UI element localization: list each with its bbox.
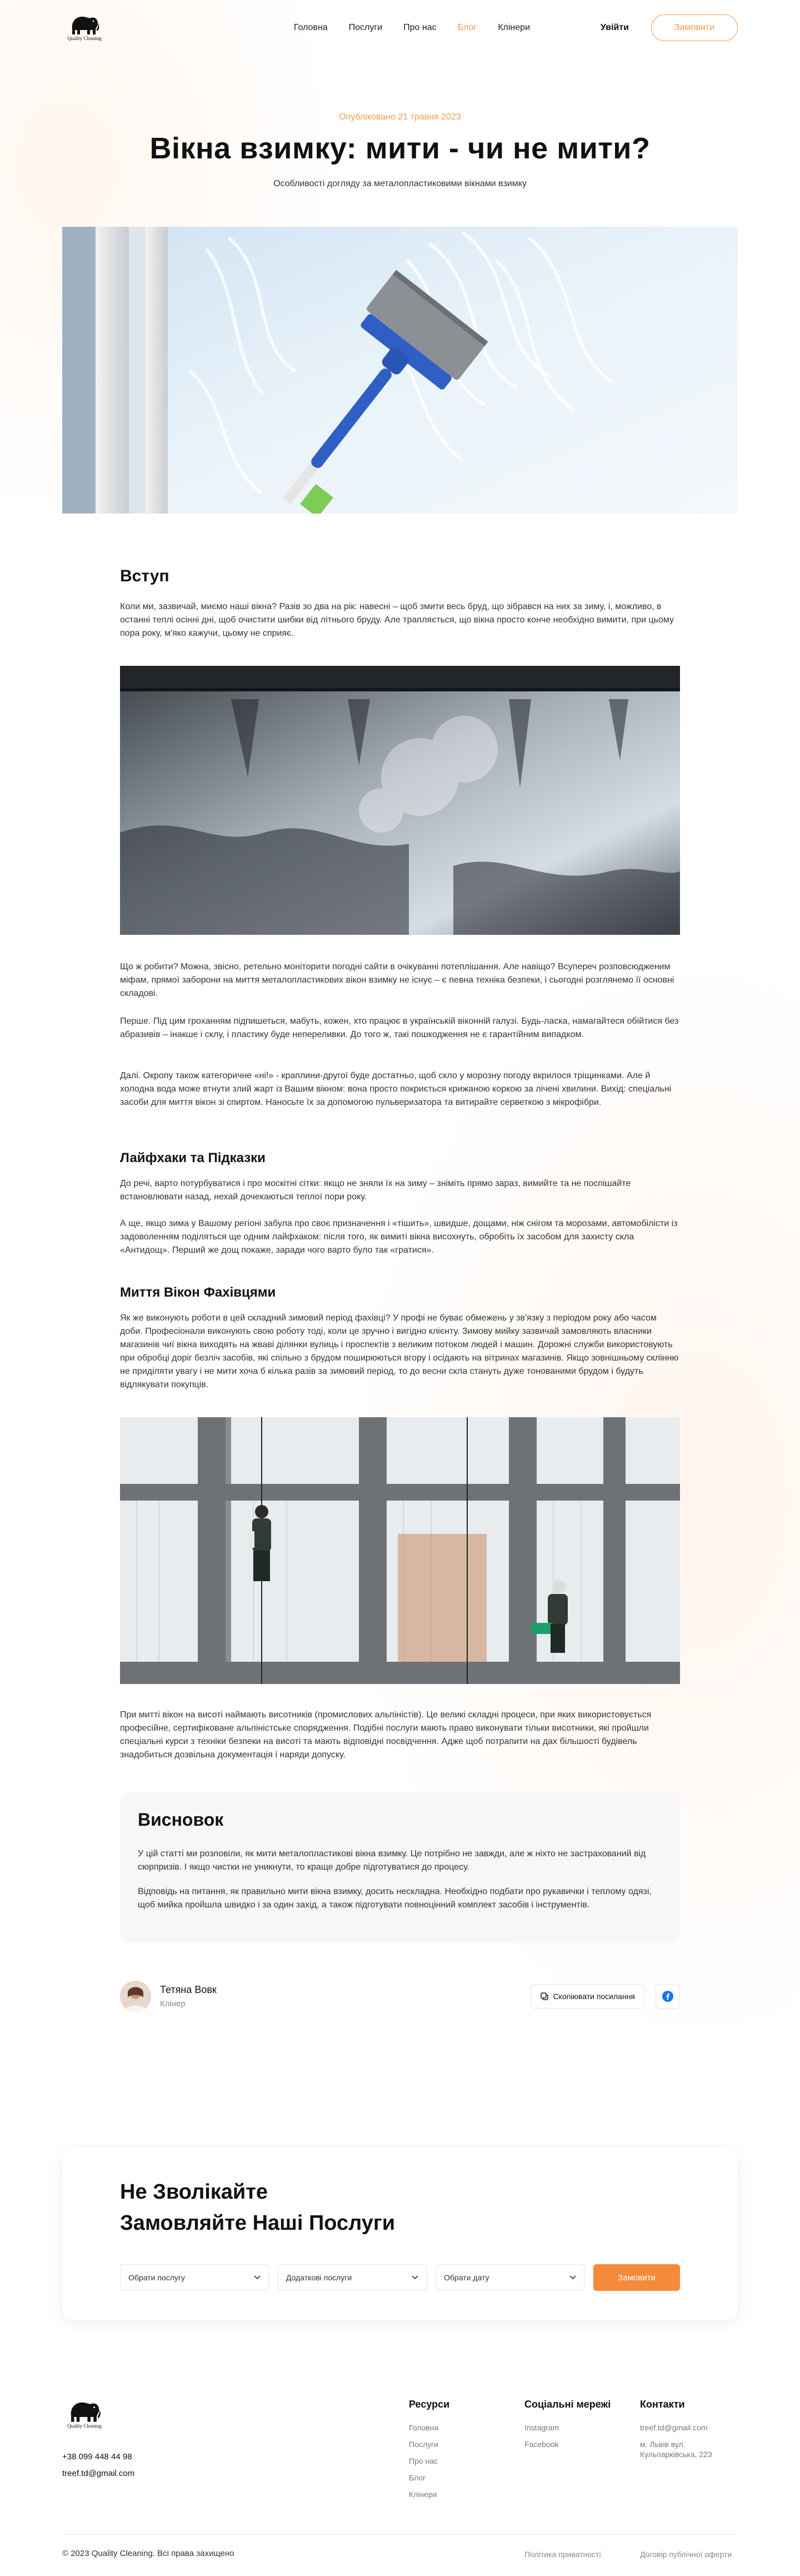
footer-link-instagram[interactable]: Instagram (524, 2423, 611, 2433)
section-heading-pros: Миття Вікон Фахівцями (120, 1285, 276, 1300)
paragraph-what-to-do: Що ж робити? Можна, звісно, ретельно мон… (120, 962, 674, 998)
page-title: Вікна взимку: мити - чи не мити? (149, 132, 651, 165)
chevron-down-icon (569, 2275, 576, 2280)
date-select-label: Обрати дату (444, 2273, 489, 2282)
footer-contacts: Контакти treef.td@gmail.com м. Львів вул… (640, 2399, 712, 2466)
author-info: Тетяна Вовк Клінер (160, 1984, 217, 2009)
footer-contact-email[interactable]: treef.td@gmail.com (640, 2423, 712, 2433)
conclusion-card: Висновок У цій статті ми розповіли, як м… (120, 1792, 680, 1943)
footer-link-about[interactable]: Про нас (409, 2456, 449, 2466)
frosted-window-image (120, 666, 680, 935)
cta-submit-button[interactable]: Замовити (593, 2264, 680, 2291)
cta-title-line-2: Замовляйте Наші Послуги (120, 2211, 396, 2235)
publish-date: Опубліковано 21 травня 2023 (339, 112, 461, 122)
site-header: Quality Cleaning Головна Послуги Про нас… (62, 12, 738, 43)
footer-address-line-2: Кульпарківська, 223 (640, 2450, 712, 2459)
footer-resources: Ресурси Головна Послуги Про нас Блог Клі… (409, 2399, 449, 2506)
nav-item-blog[interactable]: Блог (458, 23, 477, 33)
extra-services-select[interactable]: Додаткові послуги (278, 2264, 427, 2291)
tips-paragraph-2: А ще, якщо зима у Вашому регіоні забула … (120, 1219, 678, 1255)
nav-item-cleaners[interactable]: Клінери (498, 23, 530, 33)
elephant-logo-icon (71, 2402, 101, 2422)
main-nav: Головна Послуги Про нас Блог Клінери (294, 23, 530, 33)
share-actions: Скопіювати посилання (530, 1984, 680, 2009)
footer-link-services[interactable]: Послуги (409, 2439, 449, 2449)
footer-social-title: Соціальні мережі (524, 2399, 611, 2410)
copy-icon (540, 1992, 548, 2000)
conclusion-paragraph-2: Відповідь на питання, як правильно мити … (138, 1887, 652, 1910)
footer-logo[interactable]: Quality Cleaning (62, 2398, 107, 2429)
date-select[interactable]: Обрати дату (436, 2264, 584, 2291)
section-heading-tips: Лайфхаки та Підказки (120, 1150, 266, 1165)
copy-link-button[interactable]: Скопіювати посилання (530, 1984, 644, 2009)
facebook-icon (662, 1991, 673, 2002)
conclusion-heading: Висновок (138, 1810, 224, 1830)
extra-services-label: Додаткові послуги (286, 2273, 352, 2282)
copyright: © 2023 Quality Cleaning. Всі права захищ… (62, 2549, 234, 2558)
logo-text: Quality Cleaning (67, 36, 102, 41)
order-cta-card: Не Зволікайте Замовляйте Наші Послуги Об… (62, 2148, 738, 2320)
pros-paragraph-1: Як же виконують роботи в цей складний зи… (120, 1313, 679, 1389)
paragraph-next: Далі. Окропу також категоричне «ні!» - к… (120, 1071, 672, 1107)
footer-link-blog[interactable]: Блог (409, 2473, 449, 2483)
footer-link-home[interactable]: Головна (409, 2423, 449, 2433)
service-select-label: Обрати послугу (128, 2273, 185, 2282)
nav-item-services[interactable]: Послуги (349, 23, 383, 33)
copy-link-label: Скопіювати посилання (553, 1992, 635, 2001)
order-button[interactable]: Замовити (651, 14, 738, 41)
service-select[interactable]: Обрати послугу (120, 2264, 269, 2291)
author-bar: Тетяна Вовк Клінер Скопіювати посилання (120, 1979, 680, 2014)
nav-item-about[interactable]: Про нас (403, 23, 436, 33)
conclusion-paragraph-1: У цій статті ми розповіли, як мити метал… (138, 1849, 646, 1872)
footer-logo-text: Quality Cleaning (67, 2423, 102, 2429)
chevron-down-icon (254, 2275, 261, 2280)
hero-image-window-squeegee (62, 227, 738, 514)
footer-address-line-1: м. Львів вул. (640, 2440, 686, 2449)
intro-paragraph: Коли ми, зазвичай, миємо наші вікна? Раз… (120, 602, 674, 638)
footer-email[interactable]: treef.td@gmail.com (62, 2469, 134, 2478)
nav-item-home[interactable]: Головна (294, 23, 328, 33)
climbers-washing-windows-image (120, 1417, 680, 1684)
author-role: Клінер (160, 1999, 186, 2009)
page-subtitle: Особливості догляду за металопластиковим… (273, 179, 527, 188)
login-link[interactable]: Увійти (601, 23, 629, 33)
footer-link-cleaners[interactable]: Клінери (409, 2489, 449, 2499)
cta-title-line-1: Не Зволікайте (120, 2180, 268, 2204)
tips-paragraph-1: До речі, варто потурбуватися і про москі… (120, 1179, 631, 1202)
author-name: Тетяна Вовк (160, 1984, 217, 1995)
elephant-logo-icon (72, 17, 99, 34)
facebook-share-button[interactable] (656, 1984, 680, 2009)
public-offer-link[interactable]: Договір публічної оферти (640, 2550, 732, 2559)
footer-resources-title: Ресурси (409, 2399, 450, 2410)
footer-social: Соціальні мережі Instagram Facebook (524, 2399, 611, 2456)
footer-link-facebook[interactable]: Facebook (524, 2439, 611, 2449)
footer-contacts-title: Контакти (640, 2399, 685, 2410)
footer-phone[interactable]: +38 099 448 44 98 (62, 2452, 132, 2462)
section-heading-intro: Вступ (120, 567, 169, 585)
avatar (120, 1981, 151, 2012)
cta-title: Не Зволікайте Замовляйте Наші Послуги (120, 2176, 395, 2239)
site-logo[interactable]: Quality Cleaning (62, 12, 107, 43)
header-actions: Увійти Замовити (601, 14, 738, 41)
cta-order-form: Обрати послугу Додаткові послуги Обрати … (120, 2264, 680, 2291)
blog-article-page: Quality Cleaning Головна Послуги Про нас… (0, 0, 800, 2576)
pros-paragraph-2: При митті вікон на висоті наймають висот… (120, 1710, 652, 1760)
chevron-down-icon (412, 2275, 418, 2280)
privacy-policy-link[interactable]: Політика приватності (524, 2550, 601, 2559)
paragraph-first: Перше. Під цим гроханням підпишеться, ма… (120, 1017, 679, 1039)
footer-divider (62, 2534, 738, 2535)
